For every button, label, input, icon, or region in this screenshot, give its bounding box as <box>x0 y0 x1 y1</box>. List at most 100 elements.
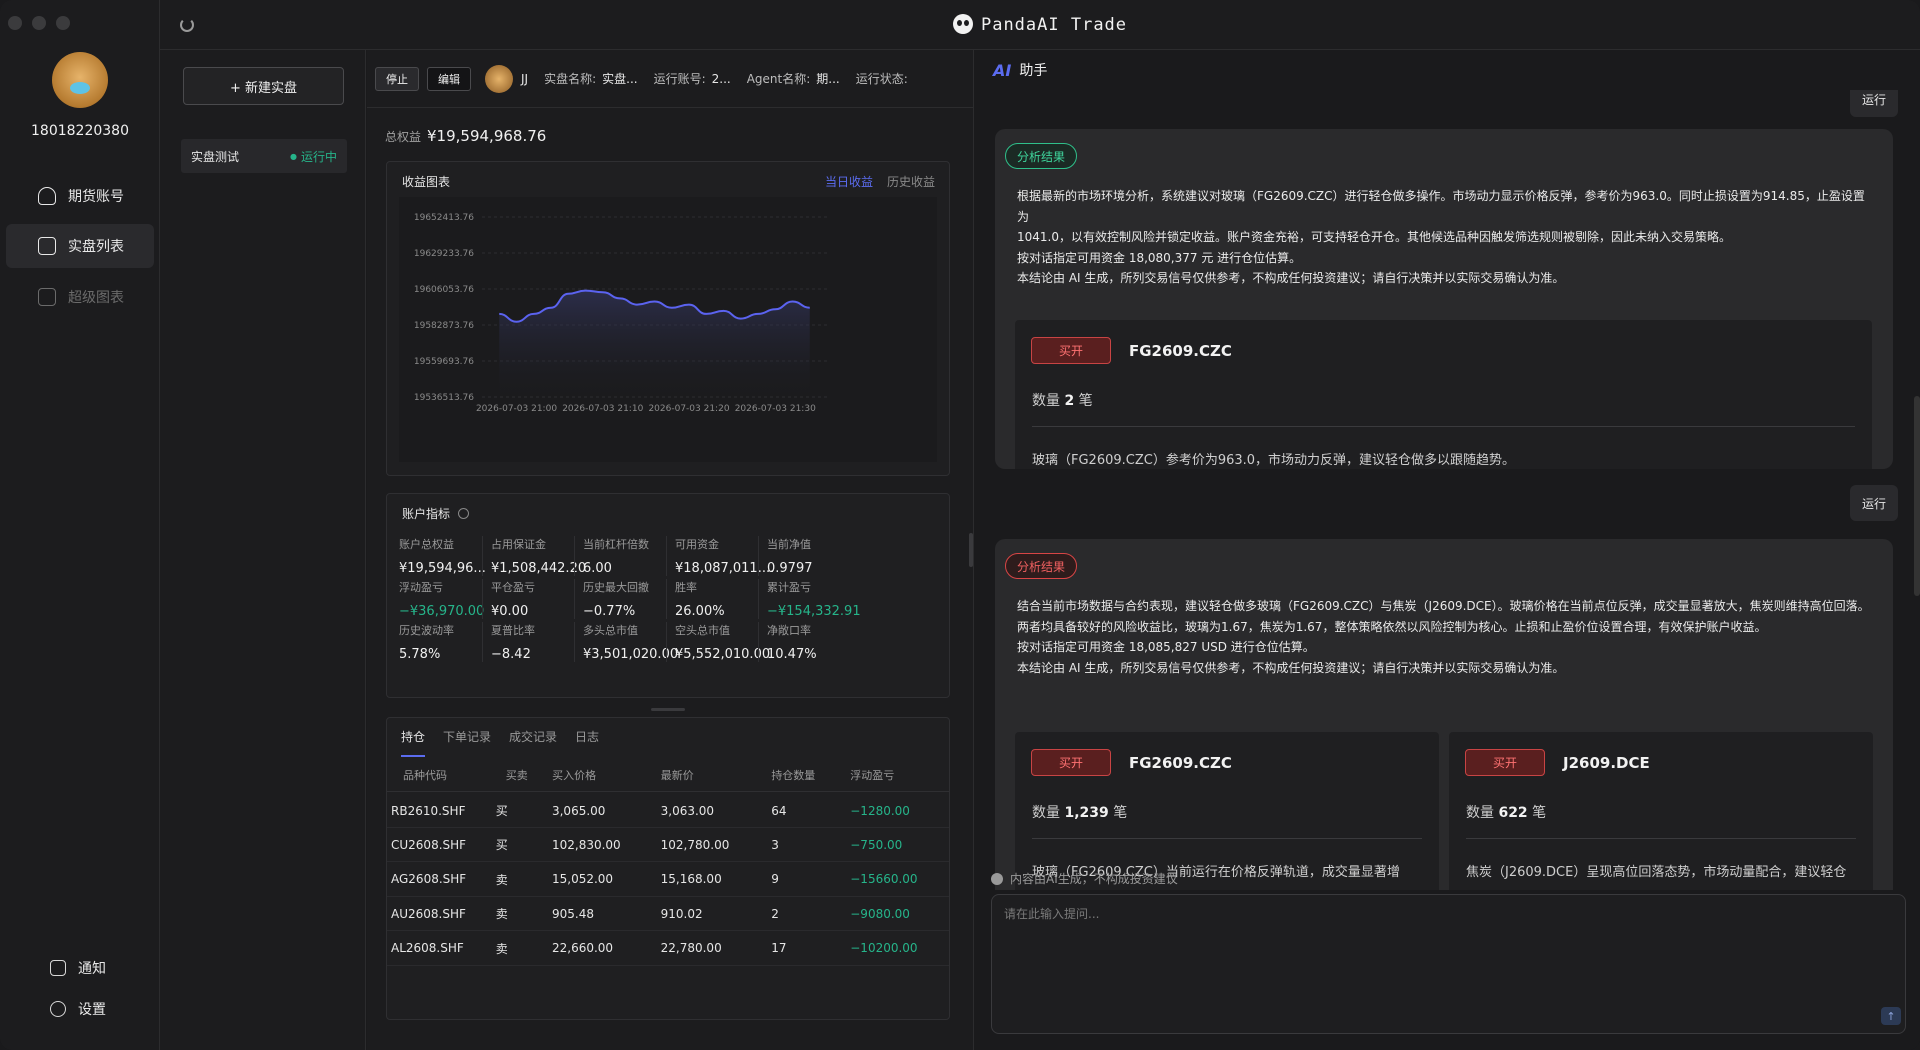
cell-floating-pnl: −9080.00 <box>850 906 910 921</box>
col-symbol: 品种代码 <box>403 768 447 782</box>
x-tick-label: 2026-07-03 21:20 <box>648 404 729 414</box>
metric-divider <box>482 622 483 662</box>
tab-orders[interactable]: 下单记录 <box>443 728 491 757</box>
y-tick-label: 19536513.76 <box>414 393 474 403</box>
list-item[interactable]: 实盘测试 运行中 <box>181 139 347 173</box>
cell-qty: 3 <box>771 837 779 852</box>
title-bar: PandaAI Trade <box>160 0 1920 50</box>
maximize-window-button[interactable] <box>56 16 70 30</box>
notification-button[interactable]: 通知 <box>50 958 106 978</box>
table-row[interactable]: CU2608.SHF 买 102,830.00 102,780.00 3 −750.00 <box>387 828 949 863</box>
col-last-price: 最新价 <box>660 768 694 782</box>
buy-open-tag: 买开 <box>1031 337 1111 364</box>
metric-label: 净敞口率 <box>767 624 811 637</box>
user-id: 18018220380 <box>31 123 129 139</box>
cell-symbol: AU2608.SHF <box>391 906 466 921</box>
table-row[interactable]: RB2610.SHF 买 3,065.00 3,063.00 64 −1280.00 <box>387 794 949 828</box>
cell-floating-pnl: −10200.00 <box>850 941 918 956</box>
run-message-bubble[interactable]: 运行 <box>1849 485 1898 521</box>
info-icon[interactable] <box>457 508 469 519</box>
user-icon <box>38 187 56 205</box>
chat-scroll-area[interactable]: 运行 分析结果 根据最新的市场环境分析，系统建议对玻璃（FG2609.CZC）进… <box>995 90 1898 890</box>
cell-qty: 9 <box>771 872 779 887</box>
info-icon <box>991 872 1003 885</box>
y-tick-label: 19629233.76 <box>414 249 474 259</box>
qty-label: 数量 <box>1032 805 1060 821</box>
table-row[interactable]: AG2608.SHF 卖 15,052.00 15,168.00 9 −15660.00 <box>387 863 949 897</box>
send-button[interactable]: ↑ <box>1881 1007 1901 1025</box>
table-row[interactable]: AL2608.SHF 卖 22,660.00 22,780.00 17 −10200.00 <box>387 932 949 966</box>
ai-assistant-panel: AI 助手 运行 分析结果 根据最新的市场环境分析，系统建议对玻璃（FG2609… <box>975 50 1920 1050</box>
col-floating-pnl: 浮动盈亏 <box>850 768 895 782</box>
left-nav: 18018220380 期货账号 实盘列表 超级图表 通知 设置 <box>0 0 160 1050</box>
analysis-line: 结合当前市场数据与合约表现，建议轻仓做多玻璃（FG2609.CZC）与焦炭（J2… <box>1017 599 1870 613</box>
question-input[interactable] <box>991 894 1906 1034</box>
cell-symbol: CU2608.SHF <box>391 837 467 852</box>
analysis-line: 按对话指定可用资金 18,080,377 元 进行仓位估算。 <box>1017 250 1302 265</box>
table-header: 品种代码 买卖 买入价格 最新价 持仓数量 浮动盈亏 <box>387 758 949 792</box>
tab-fills[interactable]: 成交记录 <box>509 728 557 757</box>
avatar[interactable] <box>52 52 108 108</box>
run-message-bubble[interactable]: 运行 <box>1849 90 1898 117</box>
gear-icon <box>50 1001 66 1017</box>
cell-buy-price: 15,052.00 <box>551 872 614 887</box>
nav-item-super-chart[interactable]: 超级图表 <box>6 275 154 319</box>
app-title-text: PandaAI Trade <box>980 15 1128 35</box>
app-window: 18018220380 期货账号 实盘列表 超级图表 通知 设置 PandaAI… <box>0 0 1920 1050</box>
table-row[interactable]: AU2608.SHF 卖 905.48 910.02 2 −9080.00 <box>387 897 949 932</box>
analysis-card-2: 分析结果 结合当前市场数据与合约表现，建议轻仓做多玻璃（FG2609.CZC）与… <box>995 539 1893 890</box>
signal-quantity: 数量 1,239 笔 <box>1032 802 1127 822</box>
cell-buy-price: 22,660.00 <box>551 941 614 956</box>
ai-disclaimer: 内容由AI生成，不构成投资建议 <box>991 870 1178 887</box>
minimize-window-button[interactable] <box>32 16 46 30</box>
stop-button[interactable]: 停止 <box>375 66 419 91</box>
cell-buy-price: 3,065.00 <box>551 803 606 818</box>
cell-qty: 64 <box>771 803 787 818</box>
chat-scrollbar[interactable] <box>1914 396 1920 596</box>
buy-open-tag: 买开 <box>1031 749 1111 776</box>
resize-handle[interactable] <box>651 708 685 711</box>
new-live-trading-button[interactable]: + 新建实盘 <box>183 67 344 105</box>
cell-symbol: AG2608.SHF <box>391 872 467 887</box>
cell-floating-pnl: −1280.00 <box>850 803 910 818</box>
split-resize-handle[interactable] <box>969 533 973 567</box>
field-value: 期... <box>816 72 840 86</box>
edit-button[interactable]: 编辑 <box>427 66 471 91</box>
positions-tabs: 持仓 下单记录 成交记录 日志 <box>401 728 599 757</box>
pnl-chart: 19652413.76 19629233.76 19606053.76 1958287… <box>399 197 937 462</box>
settings-button[interactable]: 设置 <box>50 999 106 1019</box>
field-label: 实盘名称: <box>544 72 597 86</box>
signal-description: 焦炭（J2609.DCE）呈现高位回落态势，市场动量配合，建议轻仓 <box>1466 865 1847 880</box>
chart-tabs: 当日收益 历史收益 <box>825 173 935 190</box>
tab-history-pnl[interactable]: 历史收益 <box>887 173 935 190</box>
metric-divider <box>666 536 667 576</box>
analysis-line: 本结论由 AI 生成，所列交易信号仅供参考，不构成任何投资建议；请自行决策并以实… <box>1017 271 1565 285</box>
signal-card: 买开 J2609.DCE 数量 622 笔 焦炭（J2609.DCE）呈现高位回… <box>1449 732 1873 890</box>
chart-panel-title: 收益图表 <box>402 175 451 189</box>
tab-positions[interactable]: 持仓 <box>401 728 426 757</box>
close-window-button[interactable] <box>8 16 22 30</box>
field-value: 实盘... <box>602 72 638 86</box>
signal-description: 玻璃（FG2609.CZC）参考价为963.0，市场动力反弹，建议轻仓做多以跟随… <box>1032 453 1516 468</box>
metric-divider <box>666 622 667 662</box>
metric-divider <box>482 536 483 576</box>
tab-today-pnl[interactable]: 当日收益 <box>825 173 873 190</box>
field-agent-name: Agent名称: 期... <box>747 70 840 87</box>
metrics-title-text: 账户指标 <box>402 507 451 521</box>
nav-item-live-list[interactable]: 实盘列表 <box>6 224 154 268</box>
analysis-card-1: 分析结果 根据最新的市场环境分析，系统建议对玻璃（FG2609.CZC）进行轻仓… <box>995 129 1893 469</box>
metric-divider <box>574 579 575 619</box>
divider <box>1466 838 1856 839</box>
analysis-line: 根据最新的市场环境分析，系统建议对玻璃（FG2609.CZC）进行轻仓做多操作。… <box>1017 189 1865 224</box>
tab-logs[interactable]: 日志 <box>575 728 599 757</box>
x-tick-label: 2026-07-03 21:10 <box>562 404 643 414</box>
assistant-header: AI 助手 <box>993 60 1047 80</box>
metric-value: 0.9797 <box>767 561 813 576</box>
refresh-icon[interactable] <box>180 18 194 32</box>
nav-item-futures-account[interactable]: 期货账号 <box>6 174 154 218</box>
col-buy-price: 买入价格 <box>552 768 597 782</box>
metric-divider <box>482 579 483 619</box>
send-arrow-icon: ↑ <box>1886 1009 1896 1023</box>
ai-icon: AI <box>993 60 1012 80</box>
metric-divider <box>758 622 759 662</box>
